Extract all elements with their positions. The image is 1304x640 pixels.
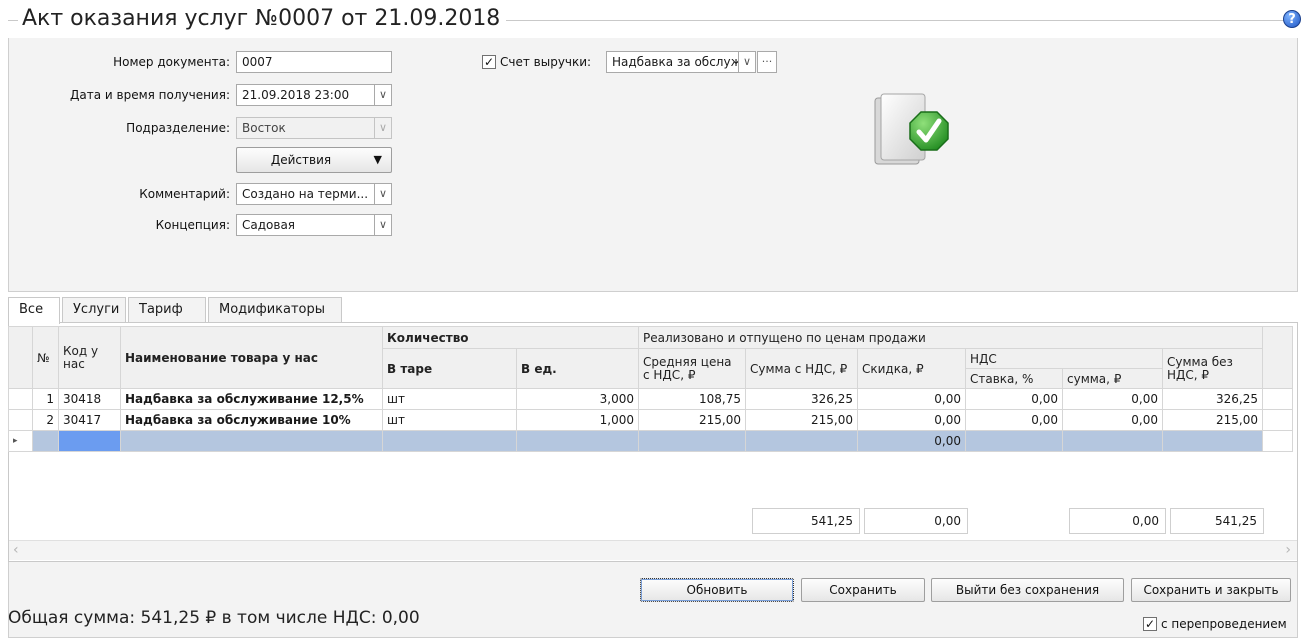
table-row[interactable]: 1 30418 Надбавка за обслуживание 12,5% ш… (8, 388, 1293, 410)
department-label: Подразделение: (126, 121, 230, 135)
help-icon[interactable]: ? (1283, 10, 1301, 28)
chevron-down-icon: ▼ (373, 153, 382, 166)
table-row[interactable]: 2 30417 Надбавка за обслуживание 10% шт … (8, 409, 1293, 431)
revenue-account-label: Счет выручки: (500, 55, 592, 69)
revenue-account-checkbox[interactable]: ✓ (482, 55, 496, 69)
tab-all[interactable]: Все (8, 297, 60, 324)
save-button[interactable]: Сохранить (801, 578, 925, 602)
cell-units[interactable]: 3,000 (516, 388, 639, 410)
total-summary: Общая сумма: 541,25 ₽ в том числе НДС: 0… (8, 608, 420, 628)
scroll-left-icon[interactable]: ‹ (13, 542, 19, 558)
cell-tare[interactable]: шт (382, 409, 517, 431)
col-tare-header[interactable]: В таре (382, 348, 517, 389)
cell-code[interactable]: 30418 (58, 388, 121, 410)
refresh-button[interactable]: Обновить (640, 578, 794, 602)
row-indicator-header (8, 326, 33, 389)
cell-vat-rate[interactable]: 0,00 (965, 388, 1063, 410)
row-pointer-icon: ▸ (8, 430, 33, 452)
datetime-field[interactable]: 21.09.2018 23:00 (236, 84, 374, 106)
new-row[interactable]: ▸ 0,00 (8, 430, 1293, 452)
col-sum-vat-header[interactable]: Сумма с НДС, ₽ (745, 348, 858, 389)
total-sum-vat: 541,25 (752, 508, 860, 534)
cell-avg-price[interactable]: 108,75 (638, 388, 746, 410)
cell-sum-vat[interactable]: 215,00 (745, 409, 858, 431)
comment-dropdown-icon[interactable]: ∨ (374, 183, 392, 205)
actions-button-label: Действия (270, 153, 332, 167)
items-table: № Код у нас Наименование товара у нас Ко… (8, 326, 1293, 452)
col-avg-price-header[interactable]: Средняя цена с НДС, ₽ (638, 348, 746, 389)
col-units-header[interactable]: В ед. (516, 348, 639, 389)
total-vat-sum: 0,00 (1069, 508, 1166, 534)
cell-code[interactable]: 30417 (58, 409, 121, 431)
cell-sum-no-vat[interactable]: 215,00 (1162, 409, 1263, 431)
save-and-close-button[interactable]: Сохранить и закрыть (1131, 578, 1291, 602)
vat-group-header: НДС (965, 348, 1163, 369)
col-vat-rate-header[interactable]: Ставка, % (965, 368, 1063, 389)
window-title: Акт оказания услуг №0007 от 21.09.2018 (18, 6, 507, 31)
document-posted-icon (873, 92, 955, 170)
cell-discount[interactable]: 0,00 (857, 409, 966, 431)
datetime-dropdown-icon[interactable]: ∨ (374, 84, 392, 106)
total-sum-no-vat: 541,25 (1170, 508, 1264, 534)
cell-tare[interactable]: шт (382, 388, 517, 410)
exit-without-saving-button[interactable]: Выйти без сохранения (931, 578, 1124, 602)
col-discount-header[interactable]: Скидка, ₽ (857, 348, 966, 389)
cell-avg-price[interactable]: 215,00 (638, 409, 746, 431)
department-dropdown-icon: ∨ (374, 117, 392, 139)
revenue-account-dropdown-icon[interactable]: ∨ (738, 51, 756, 73)
concept-dropdown-icon[interactable]: ∨ (374, 214, 392, 236)
comment-label: Комментарий: (139, 187, 230, 201)
concept-label: Концепция: (155, 218, 230, 232)
department-field: Восток (236, 117, 374, 139)
cell-vat-sum[interactable]: 0,00 (1062, 409, 1163, 431)
qty-group-header: Количество (382, 326, 639, 349)
concept-field[interactable]: Садовая (236, 214, 374, 236)
cell-name[interactable]: Надбавка за обслуживание 12,5% (120, 388, 383, 410)
cell-num[interactable]: 2 (32, 409, 59, 431)
tab-tariff[interactable]: Тариф (128, 297, 206, 322)
cell-units[interactable]: 1,000 (516, 409, 639, 431)
repost-label: с перепроведением (1161, 617, 1287, 631)
cell-discount[interactable]: 0,00 (857, 430, 966, 452)
col-num-header[interactable]: № (32, 326, 59, 389)
tab-services[interactable]: Услуги (62, 297, 126, 322)
actions-button[interactable]: Действия ▼ (236, 147, 392, 173)
cell-sum-no-vat[interactable]: 326,25 (1162, 388, 1263, 410)
col-sum-no-vat-header[interactable]: Сумма без НДС, ₽ (1162, 348, 1263, 389)
document-header-panel (8, 38, 1298, 292)
doc-number-label: Номер документа: (113, 55, 230, 69)
tab-modifiers[interactable]: Модификаторы (208, 297, 342, 322)
cell-sum-vat[interactable]: 326,25 (745, 388, 858, 410)
col-code-header[interactable]: Код у нас (58, 326, 121, 389)
filler-header (1262, 326, 1293, 389)
cell-name[interactable]: Надбавка за обслуживание 10% (120, 409, 383, 431)
repost-checkbox[interactable]: ✓ (1143, 617, 1157, 631)
horizontal-scrollbar[interactable]: ‹ › (9, 540, 1297, 560)
cell-num[interactable]: 1 (32, 388, 59, 410)
sold-group-header: Реализовано и отпущено по ценам продажи (638, 326, 1263, 349)
cell-code-editing[interactable] (58, 430, 121, 452)
col-vat-sum-header[interactable]: сумма, ₽ (1062, 368, 1163, 389)
datetime-label: Дата и время получения: (70, 88, 230, 102)
col-name-header[interactable]: Наименование товара у нас (120, 326, 383, 389)
cell-vat-rate[interactable]: 0,00 (965, 409, 1063, 431)
revenue-account-field[interactable]: Надбавка за обслуж (606, 51, 738, 73)
scroll-right-icon[interactable]: › (1285, 542, 1291, 558)
doc-number-field[interactable]: 0007 (236, 51, 392, 73)
total-discount: 0,00 (864, 508, 968, 534)
cell-vat-sum[interactable]: 0,00 (1062, 388, 1163, 410)
cell-discount[interactable]: 0,00 (857, 388, 966, 410)
revenue-account-more-button[interactable]: ··· (757, 51, 777, 73)
comment-field[interactable]: Создано на терми... (236, 183, 374, 205)
